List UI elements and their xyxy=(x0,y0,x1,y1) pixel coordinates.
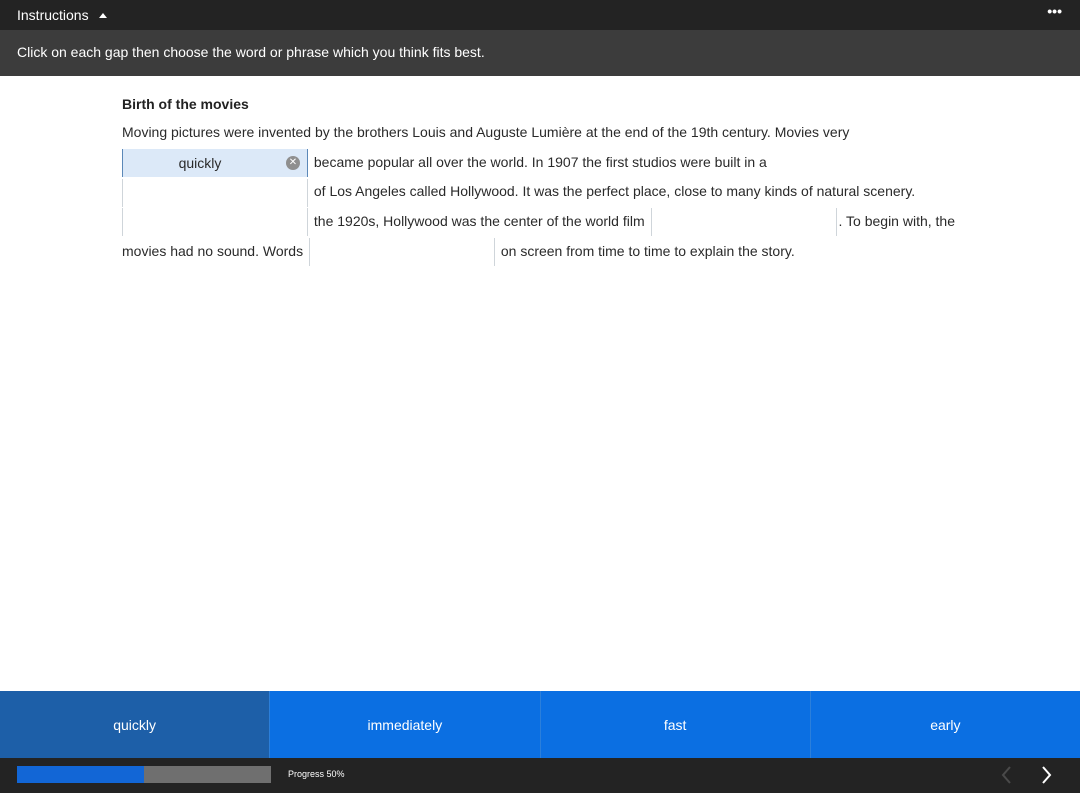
more-options-icon[interactable]: ••• xyxy=(1047,3,1062,19)
chevron-right-icon xyxy=(1042,766,1052,784)
chevron-left-icon xyxy=(1001,766,1011,784)
previous-button[interactable] xyxy=(995,762,1019,788)
instructions-toggle[interactable]: Instructions xyxy=(17,0,107,30)
progress-label: Progress 50% xyxy=(288,769,345,779)
gap-1-value: quickly xyxy=(178,155,222,171)
clear-icon[interactable]: ✕ xyxy=(286,156,300,170)
gap-1[interactable]: quickly ✕ xyxy=(122,149,308,177)
gap-2[interactable] xyxy=(122,178,308,207)
exercise-content: Birth of the movies Moving pictures were… xyxy=(122,93,982,267)
option-label: immediately xyxy=(367,716,443,733)
option-immediately[interactable]: immediately xyxy=(270,691,541,758)
passage-segment: of Los Angeles called Hollywood. It was … xyxy=(313,183,916,200)
option-early[interactable]: early xyxy=(810,691,1080,758)
option-fast[interactable]: fast xyxy=(540,691,811,758)
option-label: quickly xyxy=(113,716,157,733)
footer-bar: Progress 50% xyxy=(0,758,1080,793)
instructions-toggle-label: Instructions xyxy=(17,7,89,23)
progress-fill xyxy=(17,766,144,783)
passage-segment: became popular all over the world. In 19… xyxy=(313,153,767,170)
option-label: early xyxy=(930,716,961,733)
gap-4[interactable] xyxy=(650,208,837,237)
passage-title: Birth of the movies xyxy=(122,96,249,112)
top-bar: Instructions ••• xyxy=(0,0,1080,30)
answer-options: quickly immediately fast early xyxy=(0,691,1080,758)
option-quickly[interactable]: quickly xyxy=(0,691,271,758)
passage-segment: the 1920s, Hollywood was the center of t… xyxy=(313,213,645,230)
passage-segment: Moving pictures were invented by the bro… xyxy=(122,124,850,140)
passage-text: Moving pictures were invented by the bro… xyxy=(122,118,982,267)
gap-5[interactable] xyxy=(308,238,495,267)
instructions-text: Click on each gap then choose the word o… xyxy=(17,44,485,60)
progress-bar xyxy=(17,766,271,783)
next-button[interactable] xyxy=(1035,762,1059,788)
gap-3[interactable] xyxy=(122,208,308,237)
instructions-panel: Click on each gap then choose the word o… xyxy=(0,30,1080,76)
passage-segment: on screen from time to time to explain t… xyxy=(500,242,795,259)
option-label: fast xyxy=(663,716,687,733)
caret-up-icon xyxy=(98,13,107,18)
